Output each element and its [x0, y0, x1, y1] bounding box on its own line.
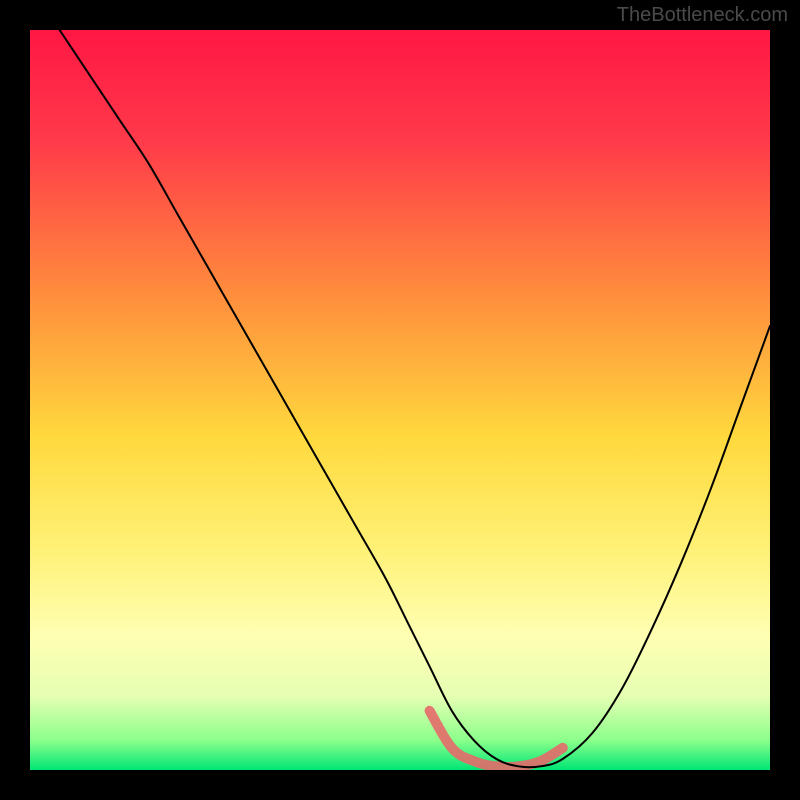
chart-curves — [30, 30, 770, 770]
bottleneck-curve — [60, 30, 770, 767]
plot-area — [30, 30, 770, 770]
watermark-text: TheBottleneck.com — [617, 4, 788, 27]
